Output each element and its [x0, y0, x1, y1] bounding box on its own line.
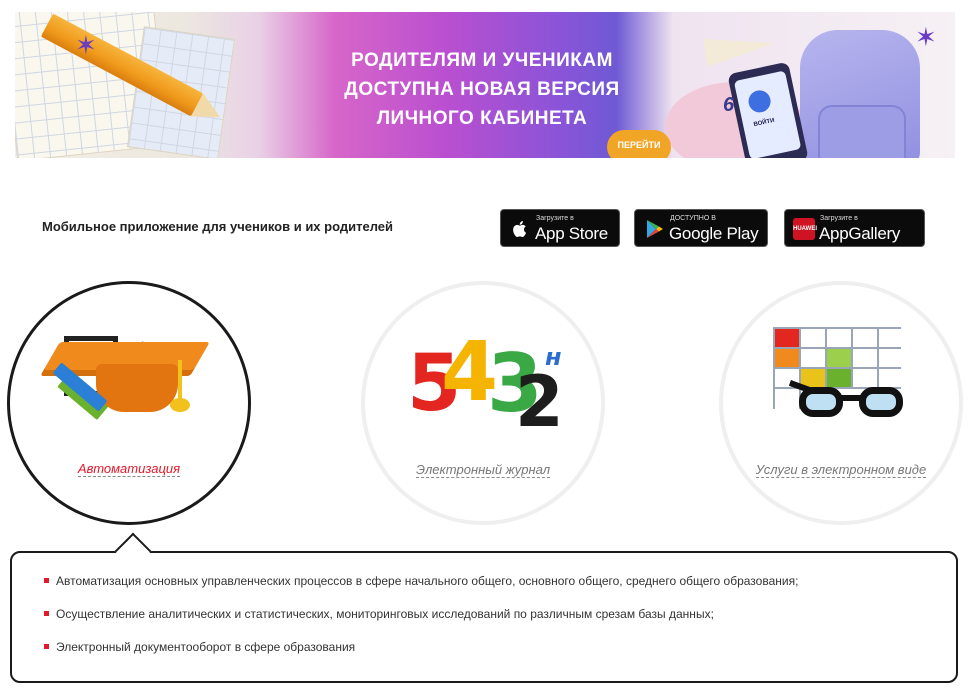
- apple-icon: [513, 221, 526, 237]
- list-item: Автоматизация основных управленческих пр…: [44, 573, 798, 606]
- feature-automation[interactable]: Автоматизация: [7, 281, 251, 525]
- google-play-icon: [647, 220, 663, 238]
- google-play-button[interactable]: ДОСТУПНО В Google Play: [634, 209, 768, 247]
- feature-label[interactable]: Услуги в электронном виде: [755, 462, 927, 478]
- store-name: AppGallery: [819, 224, 901, 243]
- list-item: Осуществление аналитических и статистиче…: [44, 606, 798, 639]
- feature-label[interactable]: Электронный журнал: [415, 462, 551, 478]
- store-name: App Store: [535, 224, 608, 243]
- paper-plane-icon: [703, 29, 777, 67]
- digit-decoration: 6: [723, 94, 735, 116]
- mobile-app-caption: Мобильное приложение для учеников и их р…: [42, 219, 394, 234]
- feature-electronic-journal[interactable]: 5432н Электронный журнал: [361, 281, 605, 525]
- callout-pointer: [114, 532, 152, 570]
- feature-list: Автоматизация основных управленческих пр…: [44, 573, 798, 672]
- glasses-icon: [788, 380, 929, 425]
- feature-label[interactable]: Автоматизация: [77, 461, 181, 477]
- star-icon: ✶: [915, 22, 937, 52]
- store-name: Google Play: [669, 224, 759, 243]
- list-item: Электронный документооборот в сфере обра…: [44, 639, 798, 672]
- store-small-text: Загрузите в: [536, 215, 574, 222]
- feature-description-box: Автоматизация основных управленческих пр…: [10, 532, 958, 683]
- backpack-illustration: [800, 30, 920, 158]
- appgallery-button[interactable]: HUAWEI Загрузите в AppGallery: [784, 209, 925, 247]
- store-small-text: ДОСТУПНО В: [670, 215, 716, 222]
- app-store-button[interactable]: Загрузите в App Store: [500, 209, 620, 247]
- star-icon: ✶: [75, 30, 97, 60]
- go-button[interactable]: ПЕРЕЙТИ: [607, 130, 671, 158]
- store-small-text: Загрузите в: [820, 215, 858, 222]
- huawei-icon: HUAWEI: [793, 218, 817, 240]
- grades-icon: 5432н: [407, 325, 564, 443]
- promo-banner[interactable]: ✶ ✶ РОДИТЕЛЯМ И УЧЕНИКАМ ДОСТУПНА НОВАЯ …: [15, 12, 955, 158]
- banner-headline: РОДИТЕЛЯМ И УЧЕНИКАМ ДОСТУПНА НОВАЯ ВЕРС…: [344, 50, 620, 129]
- feature-electronic-services[interactable]: Услуги в электронном виде: [719, 281, 963, 525]
